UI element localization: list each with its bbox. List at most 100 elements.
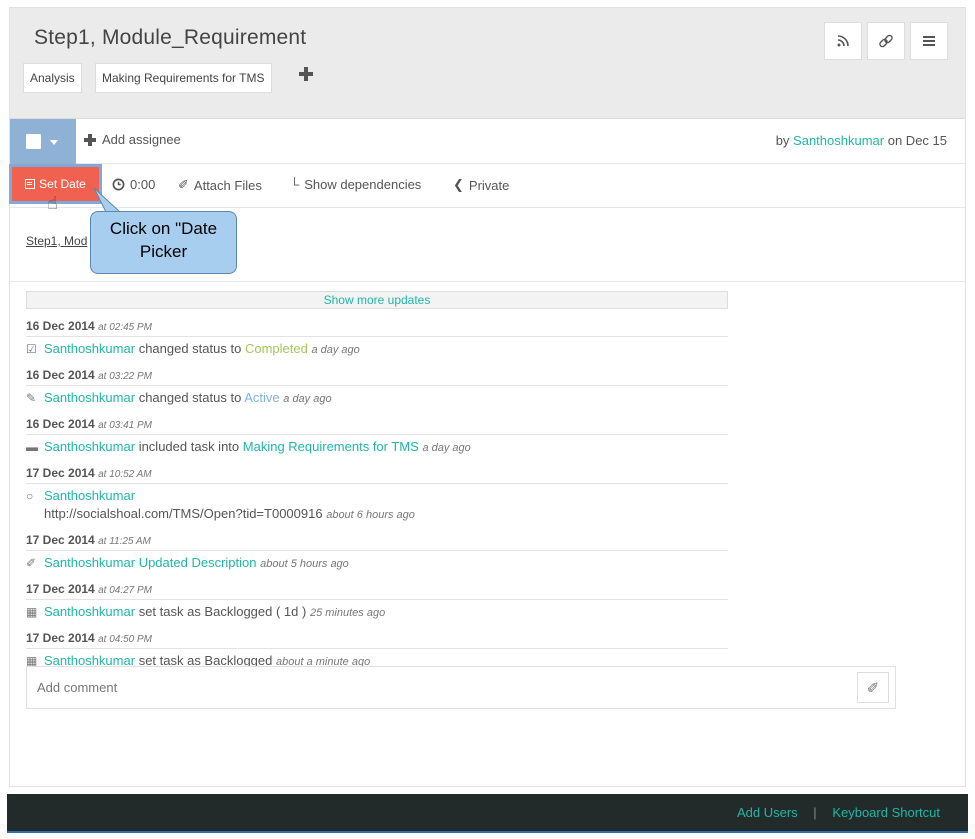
attach-files-button[interactable]: ✐ Attach Files: [178, 177, 262, 193]
user-link[interactable]: Santhoshkumar: [44, 604, 135, 619]
entry-date: 17 Dec 2014: [26, 631, 95, 645]
author-link[interactable]: Santhoshkumar: [793, 133, 884, 148]
dependency-icon: └: [290, 177, 300, 192]
entry-text: changed status to: [138, 390, 242, 405]
user-link[interactable]: Santhoshkumar: [44, 439, 135, 454]
caret-down-icon[interactable]: [50, 140, 58, 145]
entry-text: changed status to: [138, 341, 242, 356]
activity-feed: 16 Dec 2014 at 02:45 PM ☑ Santhoshkumar …: [26, 319, 728, 680]
comment-input[interactable]: [27, 667, 827, 708]
status-active: Active: [244, 390, 280, 405]
footer-links: Add Users | Keyboard Shortcut: [737, 805, 940, 820]
entry-time: at 03:41 PM: [98, 420, 152, 431]
relative-time: a day ago: [422, 442, 471, 454]
rss-button[interactable]: [824, 22, 862, 60]
add-users-link[interactable]: Add Users: [737, 805, 798, 820]
tag-project[interactable]: Making Requirements for TMS: [95, 63, 272, 93]
entry-date: 17 Dec 2014: [26, 582, 95, 596]
folder-icon: ▬: [26, 440, 38, 454]
relative-time: a day ago: [311, 344, 360, 356]
relative-time: about 5 hours ago: [260, 558, 349, 570]
comment-attach-button[interactable]: ✐: [857, 672, 889, 703]
comment-box: ✐: [26, 666, 896, 709]
user-link[interactable]: Santhoshkumar: [44, 555, 135, 570]
feed-date: 16 Dec 2014 at 03:22 PM: [26, 368, 728, 386]
user-link[interactable]: Santhoshkumar: [44, 488, 135, 503]
check-square-icon: ☑: [26, 342, 37, 356]
callout-line-2: Picker: [139, 242, 188, 261]
entry-text: set task as Backlogged ( 1d ): [138, 604, 307, 619]
menu-icon: [923, 34, 935, 48]
attach-files-label: Attach Files: [193, 177, 262, 193]
pencil-icon: ✐: [26, 556, 37, 570]
add-tag-icon[interactable]: [298, 66, 314, 82]
select-checkbox-dropdown[interactable]: [10, 119, 76, 164]
feed-date: 16 Dec 2014 at 03:41 PM: [26, 417, 728, 435]
feed-date: 17 Dec 2014 at 04:50 PM: [26, 631, 728, 649]
feed-entry: ✎ Santhoshkumar changed status to Active…: [26, 386, 728, 417]
feed-entry: ▬ Santhoshkumar included task into Makin…: [26, 435, 728, 466]
footer-divider: |: [813, 805, 817, 820]
entry-text: included task into: [138, 439, 240, 454]
add-assignee-label: Add assignee: [102, 132, 181, 147]
entry-date: 17 Dec 2014: [26, 533, 95, 547]
feed-date: 17 Dec 2014 at 10:52 AM: [26, 466, 728, 484]
privacy-label: Private: [468, 177, 510, 193]
user-link[interactable]: Santhoshkumar: [44, 341, 135, 356]
comment-icon: ○: [26, 489, 34, 503]
feed-entry: ▦ Santhoshkumar set task as Backlogged (…: [26, 600, 728, 631]
rss-icon: [837, 35, 849, 47]
keyboard-shortcut-link[interactable]: Keyboard Shortcut: [832, 805, 940, 820]
tutorial-callout: Click on "Date Picker: [90, 211, 237, 274]
paperclip-icon: ✐: [866, 679, 880, 697]
feed-date: 17 Dec 2014 at 04:27 PM: [26, 582, 728, 600]
assignee-row: Add assignee by Santhoshkumar on Dec 15: [10, 119, 965, 164]
calendar-grid-icon: ▦: [26, 605, 38, 619]
link-button[interactable]: [867, 22, 905, 60]
entry-time: at 02:45 PM: [98, 322, 152, 333]
user-link[interactable]: Santhoshkumar: [44, 390, 135, 405]
feed-date: 16 Dec 2014 at 02:45 PM: [26, 319, 728, 337]
feed-entry: ✐ Santhoshkumar Updated Description abou…: [26, 551, 728, 582]
entry-time: at 10:52 AM: [98, 469, 152, 480]
relative-time: a day ago: [283, 393, 332, 405]
menu-button[interactable]: [910, 22, 948, 60]
description-link[interactable]: Updated Description: [139, 555, 257, 570]
task-panel: Step1, Module_Requirement Analysis Makin…: [9, 7, 966, 787]
entry-date: 17 Dec 2014: [26, 466, 95, 480]
created-date: on Dec 15: [887, 133, 947, 148]
privacy-button[interactable]: ❮ Private: [453, 177, 509, 193]
feed-date: 17 Dec 2014 at 11:25 AM: [26, 533, 728, 551]
feed-entry: ☑ Santhoshkumar changed status to Comple…: [26, 337, 728, 368]
action-row: Set Date 0:00 ✐ Attach Files └ Show depe…: [9, 164, 965, 208]
feed-entry: ○ Santhoshkumar http://socialshoal.com/T…: [26, 484, 728, 533]
show-dependencies-label: Show dependencies: [304, 177, 422, 192]
calendar-icon: [25, 179, 36, 189]
share-icon: ❮: [453, 177, 464, 192]
edit-square-icon: ✎: [26, 391, 37, 405]
tag-analysis[interactable]: Analysis: [23, 63, 82, 93]
show-dependencies-button[interactable]: └ Show dependencies: [290, 177, 421, 192]
divider: [10, 281, 965, 282]
breadcrumb[interactable]: Step1, Mod: [26, 234, 87, 248]
entry-time: at 03:22 PM: [98, 371, 152, 382]
entry-date: 16 Dec 2014: [26, 368, 95, 382]
set-date-label: Set Date: [39, 177, 86, 191]
entry-time: at 04:50 PM: [98, 634, 152, 645]
callout-line-1: Click on "Date: [109, 219, 218, 238]
checkbox[interactable]: [26, 134, 41, 149]
entry-date: 16 Dec 2014: [26, 417, 95, 431]
time-value: 0:00: [130, 177, 156, 192]
show-more-updates-button[interactable]: Show more updates: [26, 291, 728, 309]
entry-time: at 11:25 AM: [98, 536, 151, 547]
footer-bar: Add Users | Keyboard Shortcut: [7, 794, 968, 833]
hand-pointer-icon: ☝: [47, 193, 58, 213]
plus-icon: [84, 133, 96, 146]
by-prefix: by: [775, 133, 790, 148]
add-assignee-button[interactable]: Add assignee: [84, 132, 181, 147]
comment-text: http://socialshoal.com/TMS/Open?tid=T000…: [44, 506, 323, 521]
project-link[interactable]: Making Requirements for TMS: [243, 439, 419, 454]
task-header: Step1, Module_Requirement Analysis Makin…: [10, 8, 965, 119]
paperclip-icon: ✐: [178, 177, 189, 192]
status-completed: Completed: [244, 341, 308, 356]
